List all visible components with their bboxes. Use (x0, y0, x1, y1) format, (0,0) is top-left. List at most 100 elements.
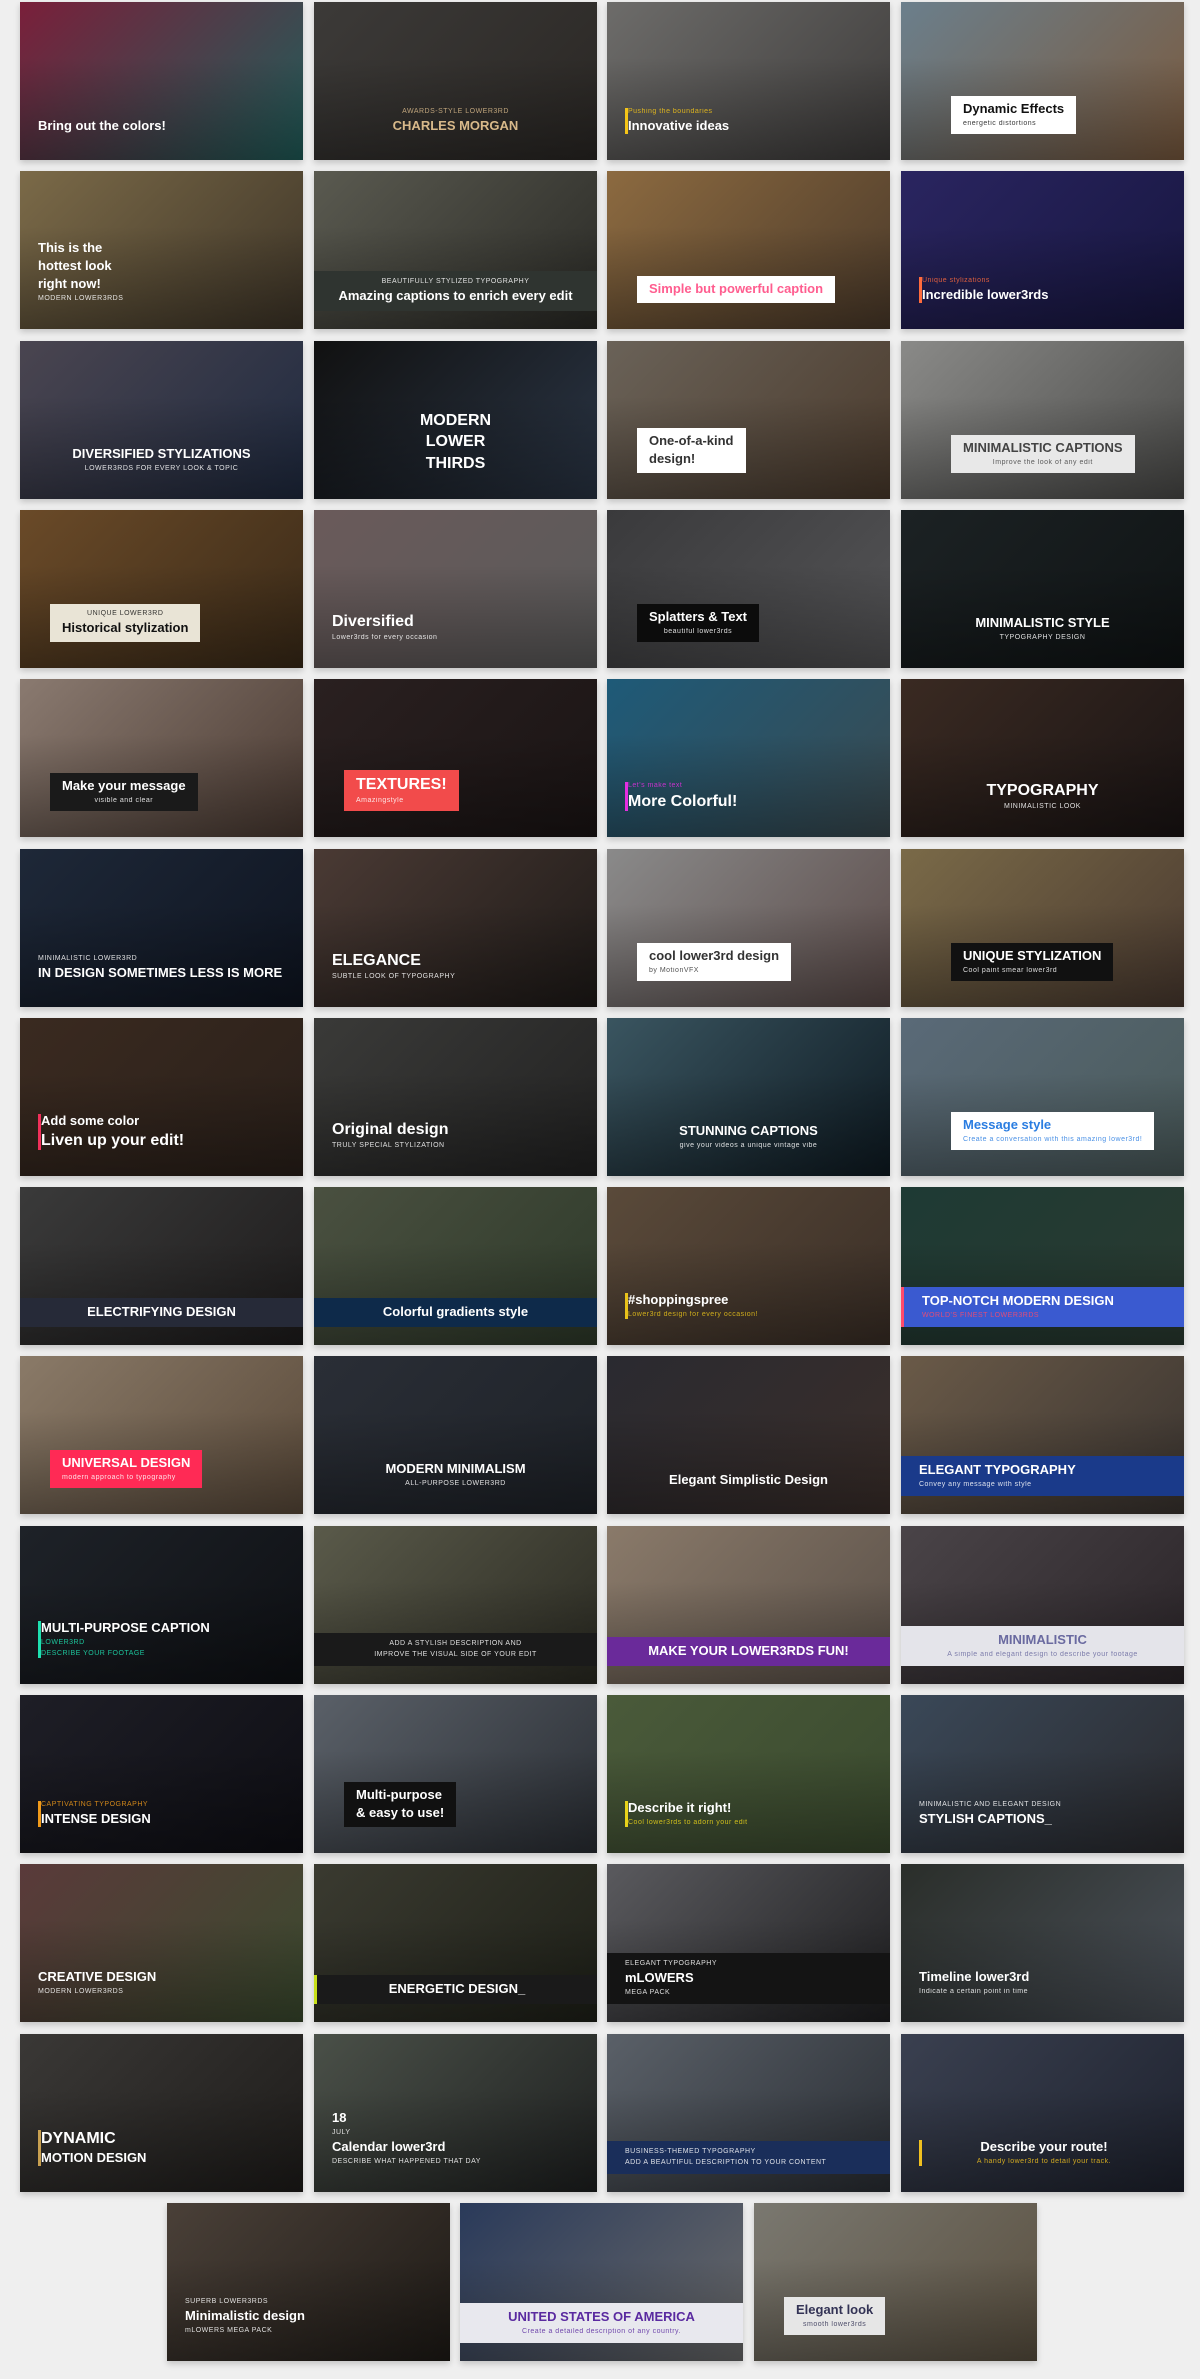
template-thumbnail[interactable]: CAPTIVATING TYPOGRAPHY INTENSE DESIGN (20, 1695, 303, 1853)
template-thumbnail[interactable]: ELEGANT TYPOGRAPHY mLOWERS MEGA PACK (607, 1864, 890, 2022)
caption-title: MINIMALISTIC (998, 1632, 1087, 1648)
caption-subtitle: visible and clear (94, 796, 154, 804)
template-thumbnail[interactable]: One-of-a-kind design! (607, 341, 890, 499)
template-thumbnail[interactable]: Make your message visible and clear (20, 679, 303, 837)
template-thumbnail[interactable]: Timeline lower3rd Indicate a certain poin… (901, 1864, 1184, 2022)
template-thumbnail[interactable]: Diversified Lower3rds for every occasion (314, 510, 597, 668)
template-thumbnail[interactable]: UNITED STATES OF AMERICA Create a detaile… (460, 2203, 743, 2361)
caption-subtitle: energetic distortions (963, 119, 1037, 127)
caption-subtitle: IMPROVE THE VISUAL SIDE OF YOUR EDIT (374, 1650, 537, 1658)
caption-overlay: Pushing the boundaries Innovative ideas (625, 108, 872, 134)
template-thumbnail[interactable]: 18 JULY Calendar lower3rd DESCRIBE WHAT HAP… (314, 2034, 597, 2192)
thumbnail-image (607, 510, 890, 668)
thumbnail-image (314, 510, 597, 668)
template-thumbnail[interactable]: UNIQUE LOWER3RD Historical stylization (20, 510, 303, 668)
template-thumbnail[interactable]: ELEGANCE SUBTLE LOOK OF TYPOGRAPHY (314, 849, 597, 1007)
caption-overlay: Describe your route! A handy lower3rd to … (919, 2139, 1166, 2166)
caption-overlay: ADD A STYLISH DESCRIPTION AND IMPROVE THE… (314, 1632, 597, 1666)
caption-title: Diversified (332, 612, 414, 630)
caption-title: 18 (332, 2110, 347, 2126)
template-thumbnail[interactable]: ELEGANT TYPOGRAPHY Convey any message wit… (901, 1356, 1184, 1514)
template-thumbnail[interactable]: This is the hottest look right now! MODERN … (20, 171, 303, 329)
caption-overlay: cool lower3rd design by MotionVFX (637, 943, 792, 981)
template-thumbnail[interactable]: BUSINESS-THEMED TYPOGRAPHY ADD A BEAUTIFU… (607, 2034, 890, 2192)
template-thumbnail[interactable]: MINIMALISTIC STYLE TYPOGRAPHY DESIGN (901, 510, 1184, 668)
template-thumbnail[interactable]: ENERGETIC DESIGN_ (314, 1864, 597, 2022)
caption-subtitle: Create a conversation with this amazing … (963, 1135, 1143, 1143)
template-thumbnail[interactable]: Original design TRULY SPECIAL STYLIZATION (314, 1018, 597, 1176)
template-thumbnail[interactable]: ELECTRIFYING DESIGN (20, 1187, 303, 1345)
caption-overlay: #shoppingspree Lower3rd design for every … (625, 1292, 872, 1319)
template-thumbnail[interactable]: STUNNING CAPTIONS give your videos a uniq… (607, 1018, 890, 1176)
caption-title: cool lower3rd design (649, 948, 780, 964)
template-thumbnail[interactable]: Let's make text More Colorful! (607, 679, 890, 837)
caption-title: TYPOGRAPHY (986, 781, 1099, 799)
caption-subtitle: Amazingstyle (356, 796, 404, 804)
template-thumbnail[interactable]: Splatters & Text beautiful lower3rds (607, 510, 890, 668)
template-thumbnail[interactable]: TYPOGRAPHY MINIMALISTIC LOOK (901, 679, 1184, 837)
template-thumbnail[interactable]: #shoppingspree Lower3rd design for every … (607, 1187, 890, 1345)
caption-overlay: Diversified Lower3rds for every occasion (332, 613, 579, 642)
thumbnail-image (20, 510, 303, 668)
caption-overlay: MODERN MINIMALISM ALL-PURPOSE LOWER3RD (332, 1461, 579, 1488)
template-thumbnail[interactable]: MODERN MINIMALISM ALL-PURPOSE LOWER3RD (314, 1356, 597, 1514)
template-thumbnail[interactable]: Multi-purpose & easy to use! (314, 1695, 597, 1853)
thumbnail-image (607, 1695, 890, 1853)
template-thumbnail[interactable]: UNIVERSAL DESIGN modern approach to typog… (20, 1356, 303, 1514)
template-thumbnail[interactable]: MODERN LOWER THIRDS (314, 341, 597, 499)
template-thumbnail[interactable]: BEAUTIFULLY STYLIZED TYPOGRAPHY Amazing c… (314, 171, 597, 329)
thumbnail-image (754, 2203, 1037, 2361)
template-thumbnail[interactable]: TEXTURES! Amazingstyle (314, 679, 597, 837)
caption-title: Elegant Simplistic Design (669, 1472, 828, 1488)
template-thumbnail[interactable]: AWARDS-STYLE LOWER3RD CHARLES MORGAN (314, 2, 597, 160)
template-thumbnail[interactable]: ADD A STYLISH DESCRIPTION AND IMPROVE THE… (314, 1526, 597, 1684)
caption-title: More Colorful! (628, 792, 738, 810)
thumbnail-image (314, 849, 597, 1007)
template-thumbnail[interactable]: Message style Create a conversation with … (901, 1018, 1184, 1176)
template-thumbnail[interactable]: Colorful gradients style (314, 1187, 597, 1345)
template-thumbnail[interactable]: Describe your route! A handy lower3rd to … (901, 2034, 1184, 2192)
template-thumbnail[interactable]: MINIMALISTIC CAPTIONS Improve the look of… (901, 341, 1184, 499)
template-thumbnail[interactable]: MINIMALISTIC A simple and elegant design … (901, 1526, 1184, 1684)
caption-title: Elegant look (796, 2302, 874, 2318)
template-thumbnail[interactable]: MAKE YOUR LOWER3RDS FUN! (607, 1526, 890, 1684)
template-thumbnail[interactable]: MULTI-PURPOSE CAPTION LOWER3RD DESCRIBE YO… (20, 1526, 303, 1684)
caption-title: Minimalistic design (185, 2308, 305, 2324)
template-thumbnail[interactable]: UNIQUE STYLIZATION Cool paint smear lower… (901, 849, 1184, 1007)
caption-subtitle: Cool paint smear lower3rd (963, 966, 1058, 974)
thumbnail-image (314, 2, 597, 160)
caption-title: UNIVERSAL DESIGN (62, 1455, 191, 1471)
template-thumbnail[interactable]: TOP-NOTCH MODERN DESIGN WORLD'S FINEST LO… (901, 1187, 1184, 1345)
caption-subtitle: SUPERB LOWER3RDS (185, 2297, 269, 2305)
caption-subtitle: MINIMALISTIC AND ELEGANT DESIGN (919, 1801, 1062, 1809)
template-thumbnail[interactable]: MINIMALISTIC AND ELEGANT DESIGN STYLISH C… (901, 1695, 1184, 1853)
template-thumbnail[interactable]: Simple but powerful caption (607, 171, 890, 329)
template-thumbnail[interactable]: SUPERB LOWER3RDS Minimalistic design mLOWE… (167, 2203, 450, 2361)
caption-overlay: Simple but powerful caption (637, 276, 836, 303)
caption-overlay: Elegant look smooth lower3rds (784, 2297, 886, 2335)
caption-subtitle: Convey any message with style (919, 1480, 1032, 1488)
template-thumbnail[interactable]: Dynamic Effects energetic distortions (901, 2, 1184, 160)
template-thumbnail[interactable]: Pushing the boundaries Innovative ideas (607, 2, 890, 160)
caption-subtitle: smooth lower3rds (803, 2320, 867, 2328)
template-thumbnail[interactable]: CREATIVE DESIGN MODERN LOWER3RDS (20, 1864, 303, 2022)
caption-title: right now! (38, 276, 101, 292)
caption-overlay: Describe it right! Cool lower3rds to ador… (625, 1800, 872, 1827)
template-thumbnail[interactable]: Elegant look smooth lower3rds (754, 2203, 1037, 2361)
caption-title: DIVERSIFIED STYLIZATIONS (72, 446, 251, 462)
caption-overlay: DIVERSIFIED STYLIZATIONS LOWER3RDS FOR EV… (38, 446, 285, 473)
template-thumbnail[interactable]: Unique stylizations Incredible lower3rds (901, 171, 1184, 329)
caption-overlay: Message style Create a conversation with … (951, 1112, 1155, 1150)
template-thumbnail[interactable]: Bring out the colors! (20, 2, 303, 160)
caption-title: Amazing captions to enrich every edit (338, 288, 573, 304)
template-thumbnail[interactable]: cool lower3rd design by MotionVFX (607, 849, 890, 1007)
template-thumbnail[interactable]: Describe it right! Cool lower3rds to ador… (607, 1695, 890, 1853)
template-thumbnail[interactable]: DYNAMIC MOTION DESIGN (20, 2034, 303, 2192)
template-thumbnail[interactable]: MINIMALISTIC LOWER3RD IN DESIGN SOMETIMES… (20, 849, 303, 1007)
template-thumbnail[interactable]: Elegant Simplistic Design (607, 1356, 890, 1514)
template-thumbnail[interactable]: DIVERSIFIED STYLIZATIONS LOWER3RDS FOR EV… (20, 341, 303, 499)
template-thumbnail[interactable]: Add some color Liven up your edit! (20, 1018, 303, 1176)
caption-overlay: AWARDS-STYLE LOWER3RD CHARLES MORGAN (332, 108, 579, 134)
thumbnail-image (607, 1356, 890, 1514)
thumbnail-image (607, 1187, 890, 1345)
